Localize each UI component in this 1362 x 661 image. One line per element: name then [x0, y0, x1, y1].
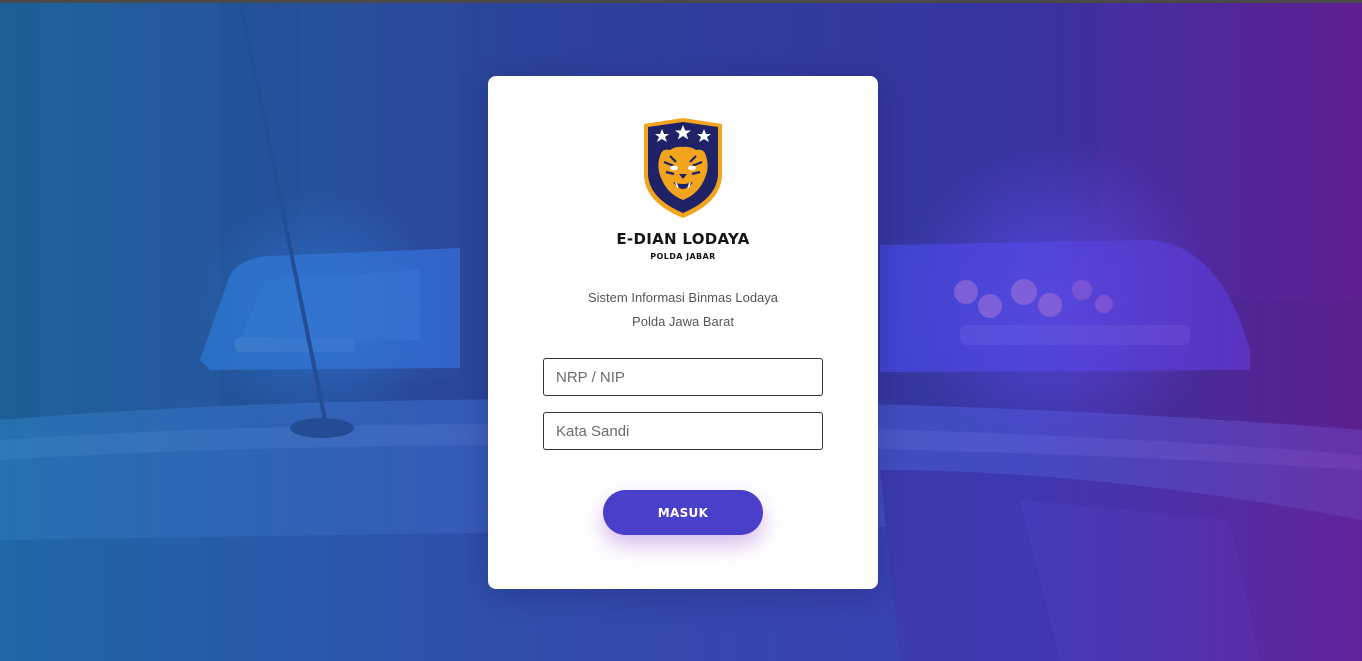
- tiger-shield-logo-icon: [640, 116, 726, 220]
- password-input[interactable]: [543, 412, 823, 450]
- brand-title: E-DIAN LODAYA: [616, 230, 750, 248]
- system-description-line2: Polda Jawa Barat: [632, 314, 734, 329]
- brand-subtitle: POLDA JABAR: [650, 252, 716, 261]
- system-description-line1: Sistem Informasi Binmas Lodaya: [587, 290, 779, 305]
- window-top-border: [0, 0, 1362, 3]
- nrp-nip-input[interactable]: [543, 358, 823, 396]
- login-page: E-DIAN LODAYA POLDA JABAR Sistem Informa…: [0, 0, 1362, 661]
- login-button[interactable]: MASUK: [603, 490, 763, 535]
- login-card: E-DIAN LODAYA POLDA JABAR Sistem Informa…: [488, 76, 878, 589]
